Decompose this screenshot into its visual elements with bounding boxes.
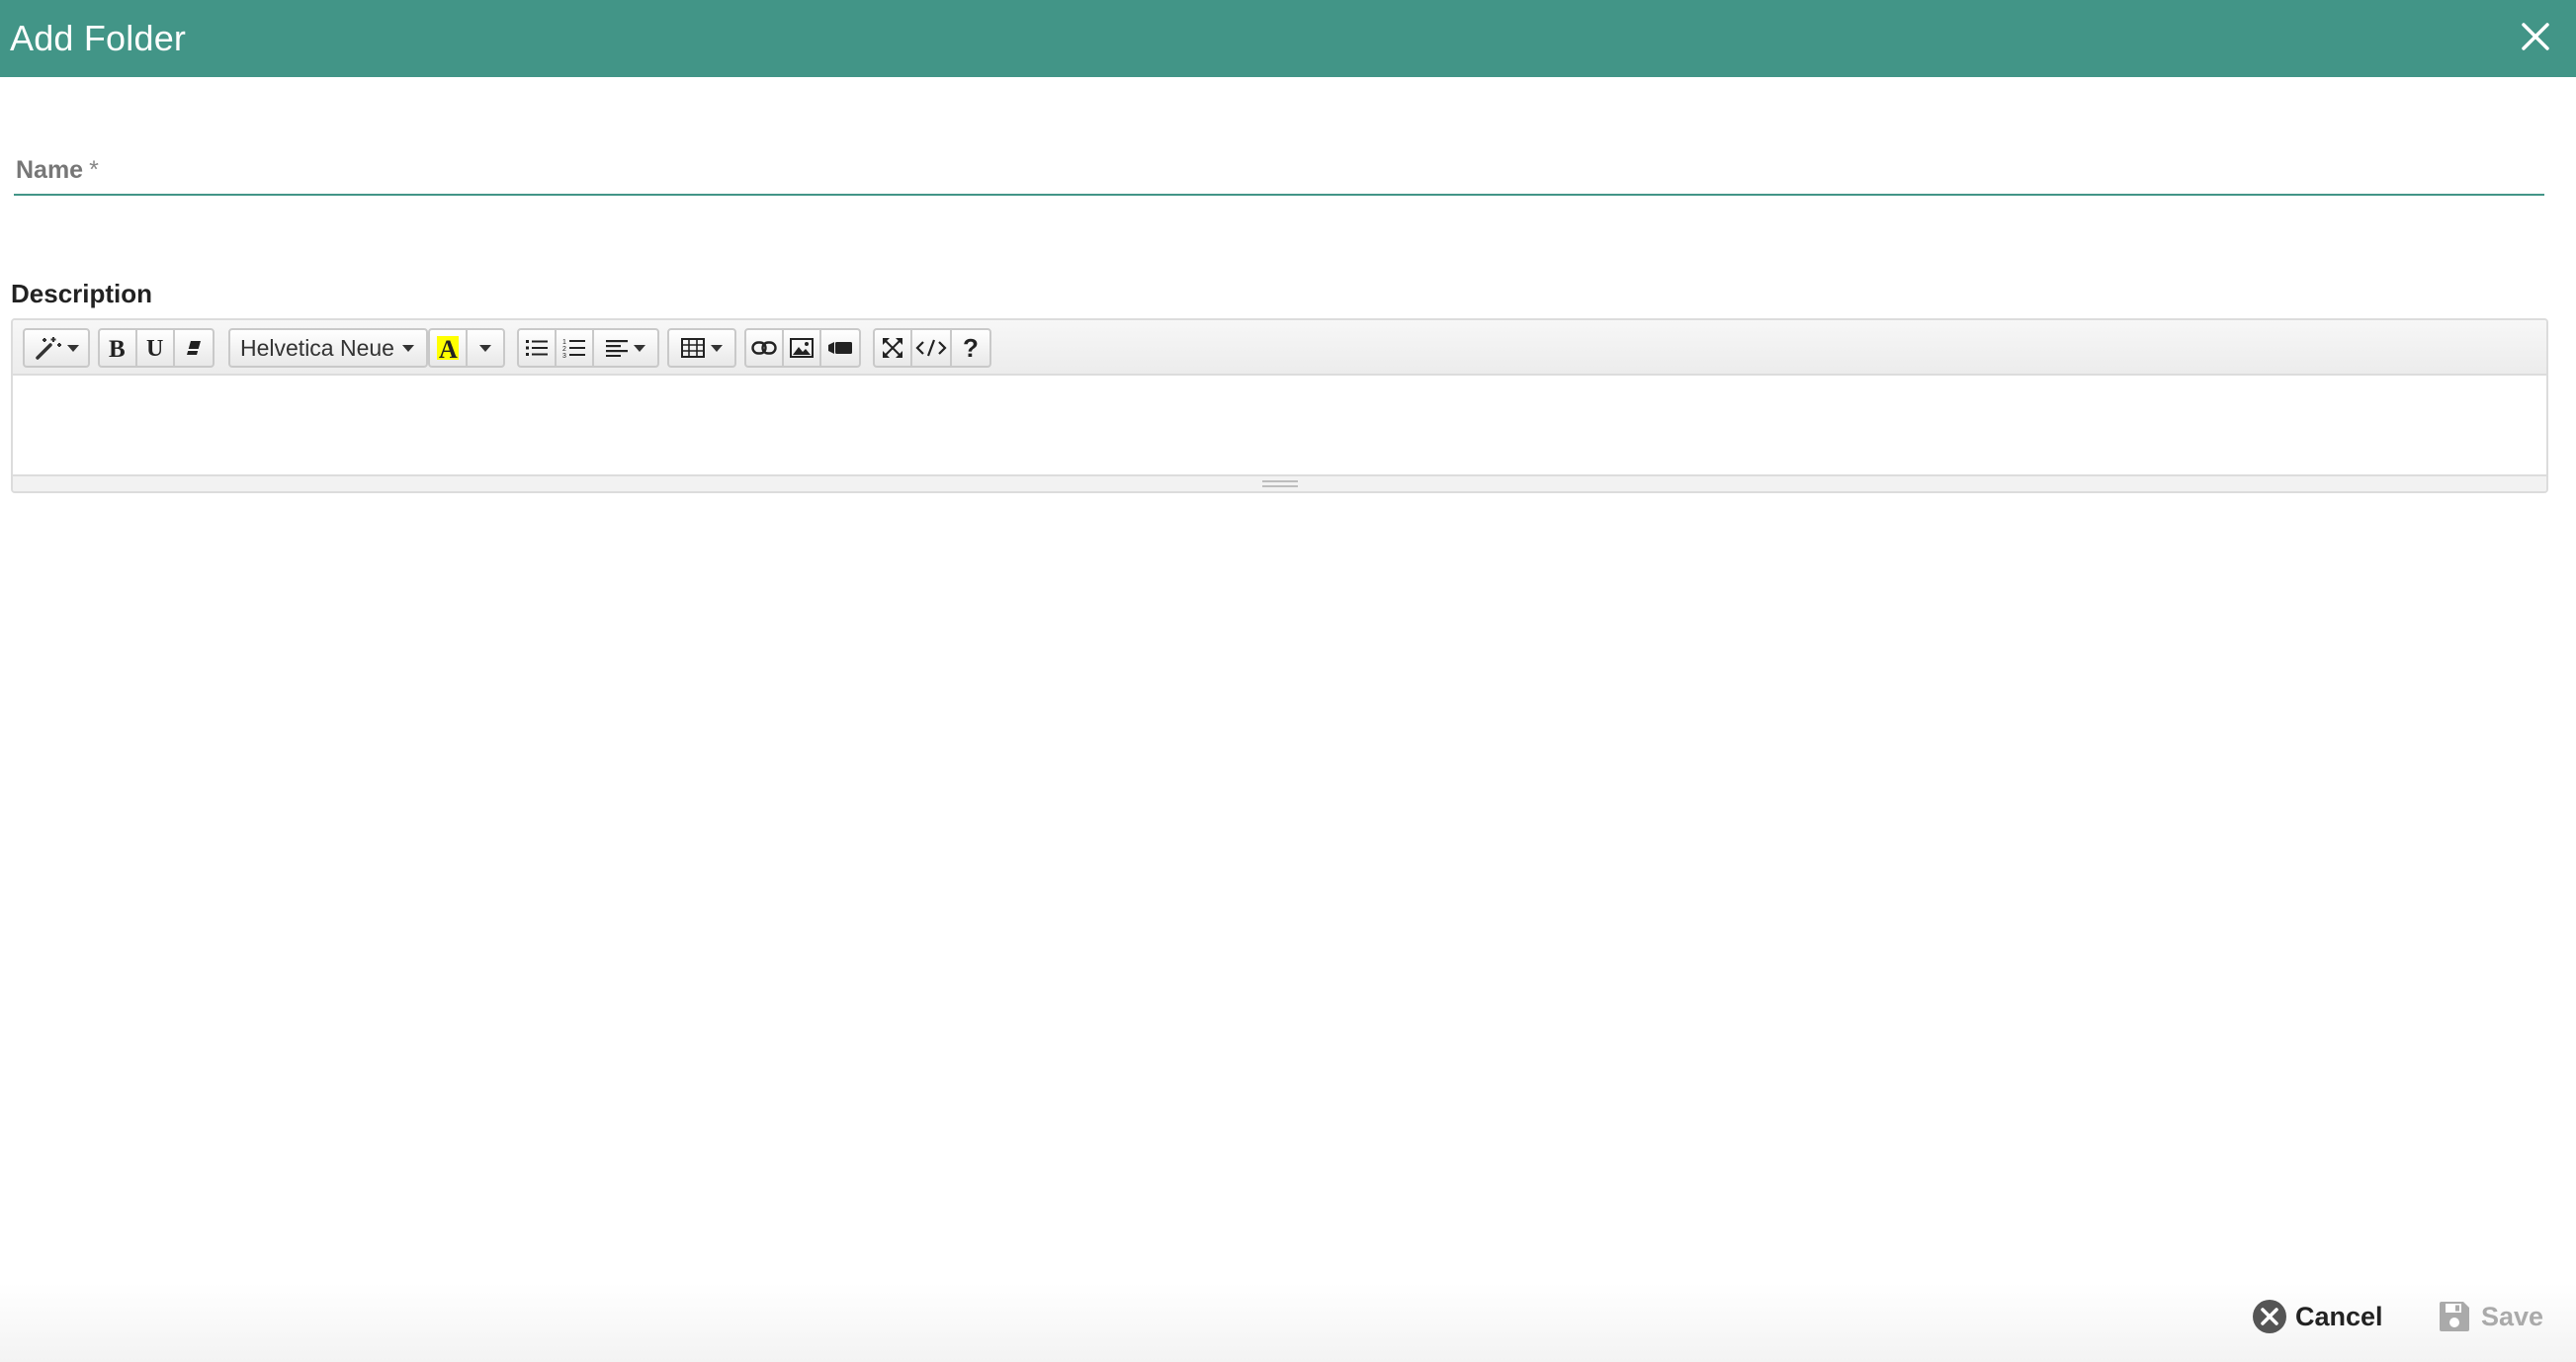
style-button[interactable] [25,330,88,366]
view-group: ? [873,328,991,368]
close-button[interactable] [2515,16,2556,57]
link-icon [751,341,777,355]
insert-image-button[interactable] [784,330,821,366]
cancel-circle-icon [2253,1300,2286,1333]
align-dropdown-button[interactable] [594,330,657,366]
name-field[interactable]: Name * [14,146,2544,196]
insert-video-button[interactable] [821,330,859,366]
bullet-list-button[interactable] [519,330,557,366]
color-group: A [428,328,505,368]
bold-button[interactable]: B [100,330,137,366]
numbered-list-icon: 1 2 3 [562,339,585,359]
text-color-button[interactable]: A [430,330,468,366]
table-icon [681,338,705,358]
save-button[interactable]: Save [2438,1297,2543,1336]
font-name-value: Helvetica Neue [240,334,394,361]
align-left-icon [606,340,628,357]
magic-wand-icon [36,337,61,360]
chevron-down-icon [711,344,723,352]
rich-text-editor: B U Helvetica Neue A 1 2 3 ? [11,318,2548,493]
svg-text:U: U [146,336,163,361]
color-dropdown-button[interactable] [468,330,503,366]
underline-icon: U [146,336,163,361]
chevron-down-icon [401,344,414,352]
help-icon: ? [963,335,979,361]
dialog-footer: Cancel Save [0,1283,2576,1362]
chevron-down-icon [479,344,491,352]
paragraph-group: 1 2 3 [517,328,659,368]
save-label: Save [2481,1301,2544,1331]
dialog-title: Add Folder [10,18,187,58]
description-label: Description [11,279,153,308]
text-color-icon: A [437,335,459,362]
svg-text:3: 3 [562,353,566,359]
clear-format-button[interactable] [175,330,213,366]
font-style-group: B U [98,328,215,368]
video-icon [828,342,852,354]
underline-button[interactable]: U [137,330,175,366]
svg-text:1: 1 [562,339,566,346]
chevron-down-icon [634,344,645,352]
help-button[interactable]: ? [952,330,989,366]
description-editor-area[interactable] [13,376,2546,476]
insert-group [744,328,861,368]
code-view-icon [915,339,947,357]
bullet-list-icon [526,340,548,356]
floppy-disk-icon [2440,1302,2469,1331]
chevron-down-icon [67,344,79,352]
insert-link-button[interactable] [746,330,784,366]
cancel-button[interactable]: Cancel [2252,1297,2383,1336]
name-input[interactable] [14,146,2544,194]
bold-icon: B [109,336,126,361]
svg-text:B: B [109,336,126,361]
svg-text:A: A [439,335,458,362]
editor-resize-handle[interactable] [13,474,2546,491]
close-icon [2522,23,2549,50]
table-group [667,328,736,368]
style-group [23,328,90,368]
dialog-header: Add Folder [0,0,2576,77]
fullscreen-button[interactable] [875,330,912,366]
editor-toolbar: B U Helvetica Neue A 1 2 3 ? [13,320,2546,376]
numbered-list-button[interactable]: 1 2 3 [557,330,594,366]
svg-text:2: 2 [562,346,566,353]
svg-text:?: ? [963,335,979,361]
code-view-button[interactable] [912,330,952,366]
image-icon [790,338,814,358]
fullscreen-icon [883,338,902,358]
grip-icon [1261,480,1298,487]
cancel-label: Cancel [2295,1301,2383,1331]
font-name-group: Helvetica Neue [228,328,428,368]
eraser-icon [187,341,201,355]
font-name-dropdown[interactable]: Helvetica Neue [230,330,426,366]
table-dropdown-button[interactable] [669,330,734,366]
